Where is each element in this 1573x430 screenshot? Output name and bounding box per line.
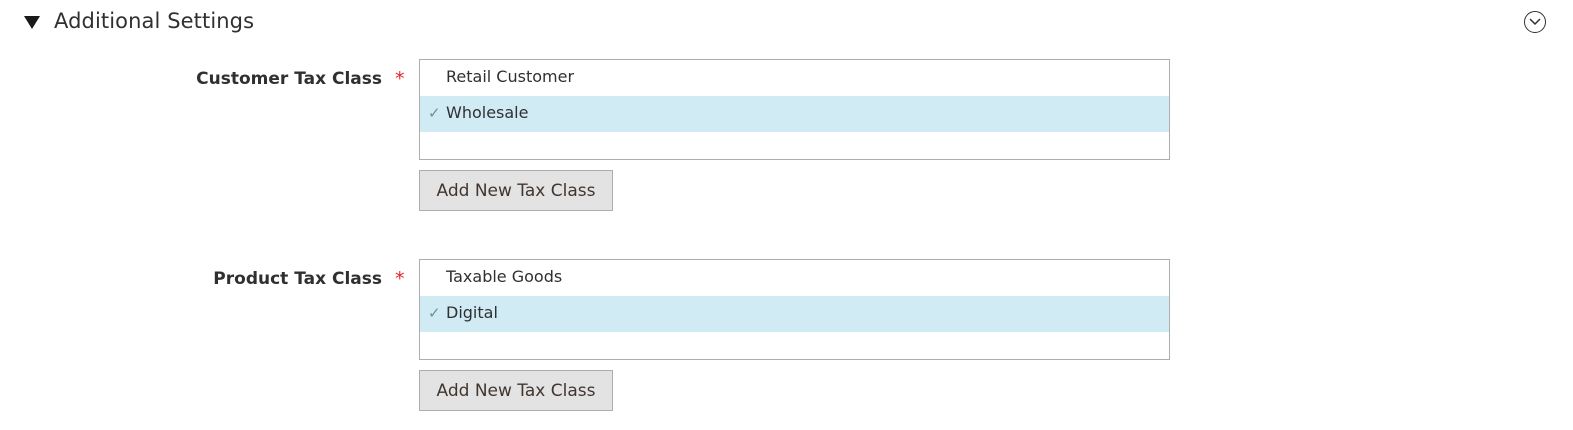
triangle-down-icon xyxy=(24,15,40,29)
option-taxable-goods[interactable]: Taxable Goods xyxy=(420,260,1169,296)
chevron-down-circle-icon[interactable] xyxy=(1524,11,1546,33)
product-tax-class-label: Product Tax Class xyxy=(213,269,382,289)
required-mark: * xyxy=(395,268,405,290)
required-mark: * xyxy=(395,68,405,90)
option-label: Taxable Goods xyxy=(446,267,563,286)
customer-tax-class-label: Customer Tax Class xyxy=(196,69,382,89)
option-label: Retail Customer xyxy=(446,67,575,86)
chevron-down-icon xyxy=(1529,18,1541,26)
section-title: Additional Settings xyxy=(54,9,255,33)
option-digital[interactable]: ✓ Digital xyxy=(420,296,1169,332)
section-header-additional-settings[interactable]: Additional Settings xyxy=(24,6,254,36)
checkmark-icon: ✓ xyxy=(428,104,441,122)
add-new-product-tax-class-button[interactable]: Add New Tax Class xyxy=(419,370,613,411)
add-new-customer-tax-class-button[interactable]: Add New Tax Class xyxy=(419,170,613,211)
product-tax-class-multiselect[interactable]: Taxable Goods ✓ Digital xyxy=(419,259,1170,360)
option-wholesale[interactable]: ✓ Wholesale xyxy=(420,96,1169,132)
checkmark-icon: ✓ xyxy=(428,304,441,322)
customer-tax-class-multiselect[interactable]: Retail Customer ✓ Wholesale xyxy=(419,59,1170,160)
option-label: Wholesale xyxy=(446,103,529,122)
option-label: Digital xyxy=(446,303,498,322)
option-retail-customer[interactable]: Retail Customer xyxy=(420,60,1169,96)
